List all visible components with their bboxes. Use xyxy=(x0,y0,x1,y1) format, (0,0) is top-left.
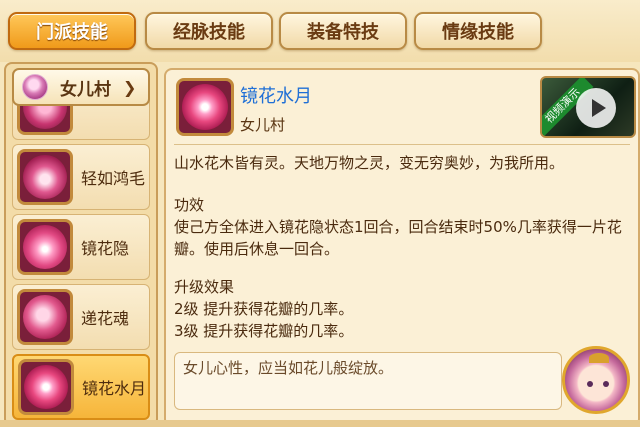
bottom-border xyxy=(0,420,640,427)
video-demo-button[interactable]: 视频演示 xyxy=(540,76,636,138)
character-avatar xyxy=(562,346,630,414)
upgrade-heading: 升级效果 xyxy=(174,278,235,296)
play-icon xyxy=(576,88,616,128)
skill-item-qingruhongmao[interactable]: 轻如鸿毛 xyxy=(12,144,150,210)
skill-name: 递花魂 xyxy=(81,309,130,328)
avatar-eye xyxy=(587,381,593,387)
skill-name: 镜花隐 xyxy=(81,239,130,258)
skill-title[interactable]: 镜花水月 xyxy=(240,82,312,108)
tab-bar: 门派技能 经脉技能 装备特技 情缘技能 xyxy=(0,0,640,62)
skill-detail-panel: 镜花水月 女儿村 视频演示 山水花木皆有灵。天地万物之灵，变无穷奥妙，为我所用。… xyxy=(164,68,640,427)
petal-spirit-icon xyxy=(17,289,73,345)
mirror-flower-icon xyxy=(18,359,74,415)
school-dropdown-value: 女儿村 xyxy=(60,79,111,100)
skill-school: 女儿村 xyxy=(240,116,286,134)
upgrade-line-3: 3级 提升获得花瓣的几率。 xyxy=(174,322,354,340)
tab-school-skills[interactable]: 门派技能 xyxy=(8,12,136,50)
skill-item-jinghuashuiyue[interactable]: 镜花水月 xyxy=(12,354,150,420)
effect-heading: 功效 xyxy=(174,196,205,214)
skill-item-dihuahun[interactable]: 递花魂 xyxy=(12,284,150,350)
divider xyxy=(174,144,630,145)
school-dropdown[interactable]: 女儿村 ❯ xyxy=(12,68,150,106)
skill-flavor-text: 山水花木皆有灵。天地万物之灵，变无穷奥妙，为我所用。 xyxy=(174,154,565,172)
upgrade-line-2: 2级 提升获得花瓣的几率。 xyxy=(174,300,354,318)
crown-icon xyxy=(589,353,609,363)
chevron-down-icon: ❯ xyxy=(123,77,137,97)
tab-meridian-skills[interactable]: 经脉技能 xyxy=(145,12,273,50)
skill-list-panel: 女儿村 ❯ 轻如鸿毛 镜花隐 递花魂 镜花水月 xyxy=(4,62,158,427)
school-emblem-icon xyxy=(22,74,48,100)
skill-name: 镜花水月 xyxy=(82,379,147,398)
crane-feather-icon xyxy=(17,149,73,205)
tab-equipment-skills[interactable]: 装备特技 xyxy=(279,12,407,50)
tab-bond-skills[interactable]: 情缘技能 xyxy=(414,12,542,50)
skill-item-jinghuayin[interactable]: 镜花隐 xyxy=(12,214,150,280)
character-comment: 女儿心性，应当如花儿般绽放。 xyxy=(174,352,562,410)
mirror-flower-icon xyxy=(176,78,234,136)
effect-text: 使己方全体进入镜花隐状态1回合，回合结束时50%几率获得一片花瓣。使用后休息一回… xyxy=(174,218,622,258)
skill-name: 轻如鸿毛 xyxy=(81,169,146,188)
avatar-eye xyxy=(603,381,609,387)
lotus-icon xyxy=(17,219,73,275)
